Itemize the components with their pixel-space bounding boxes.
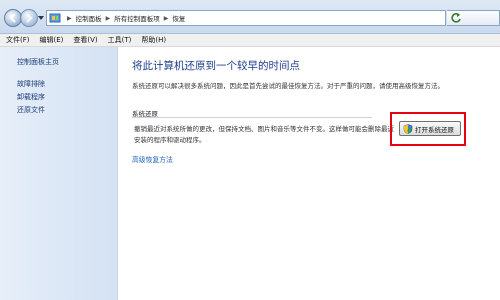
refresh-icon[interactable] — [450, 12, 462, 24]
group-divider — [132, 117, 372, 118]
sidebar-item-restore-files[interactable]: 还原文件 — [17, 105, 45, 115]
menu-help[interactable]: 帮助(H) — [141, 35, 166, 45]
sidebar-item-control-panel-home[interactable]: 控制面板主页 — [17, 57, 59, 67]
breadcrumb-control-panel[interactable]: 控制面板 — [76, 13, 102, 23]
open-system-restore-label: 打开系统还原 — [415, 125, 454, 134]
breadcrumb-all-items[interactable]: 所有控制面板项 — [114, 13, 160, 23]
menu-edit[interactable]: 编辑(E) — [40, 35, 64, 45]
system-restore-shield-icon — [403, 123, 413, 134]
arrow-right-icon — [26, 13, 33, 23]
address-bar-area: ▶ 控制面板 ▶ 所有控制面板项 ▶ 恢复 — [0, 0, 500, 34]
page-title: 将此计算机还原到一个较早的时间点 — [132, 60, 300, 72]
page-description: 系统还原可以解决很多系统问题，因此是首先尝试的最佳恢复方法。对于严重的问题，请使… — [132, 82, 444, 90]
arrow-left-icon — [9, 13, 16, 23]
menu-bar: 文件(F) 编辑(E) 查看(V) 工具(T) 帮助(H) — [0, 34, 500, 47]
control-panel-icon — [49, 13, 61, 23]
forward-button[interactable] — [20, 9, 38, 27]
advanced-recovery-link[interactable]: 高级恢复方法 — [132, 154, 173, 164]
crumb-separator-icon: ▶ — [163, 14, 169, 22]
breadcrumb-recovery[interactable]: 恢复 — [172, 13, 185, 23]
address-input[interactable]: ▶ 控制面板 ▶ 所有控制面板项 ▶ 恢复 — [46, 10, 446, 26]
sidebar-item-uninstall-program[interactable]: 卸载程序 — [17, 92, 45, 102]
crumb-separator-icon: ▶ — [105, 14, 111, 22]
sidebar: 控制面板主页 故障排除 卸载程序 还原文件 — [0, 47, 118, 300]
menu-file[interactable]: 文件(F) — [6, 35, 30, 45]
menu-tools[interactable]: 工具(T) — [108, 35, 132, 45]
menu-view[interactable]: 查看(V) — [73, 35, 97, 45]
main-content: 将此计算机还原到一个较早的时间点 系统还原可以解决很多系统问题，因此是首先尝试的… — [119, 47, 500, 300]
open-system-restore-button[interactable]: 打开系统还原 — [399, 121, 461, 136]
recent-pages-dropdown-icon[interactable] — [38, 15, 44, 21]
crumb-separator-icon: ▶ — [67, 14, 72, 22]
sidebar-item-troubleshooting[interactable]: 故障排除 — [17, 79, 45, 89]
system-restore-description: 撤销最近对系统所做的更改，但保持文档、图片和音乐等文件不变。这样做可能会删除最近… — [134, 125, 394, 144]
